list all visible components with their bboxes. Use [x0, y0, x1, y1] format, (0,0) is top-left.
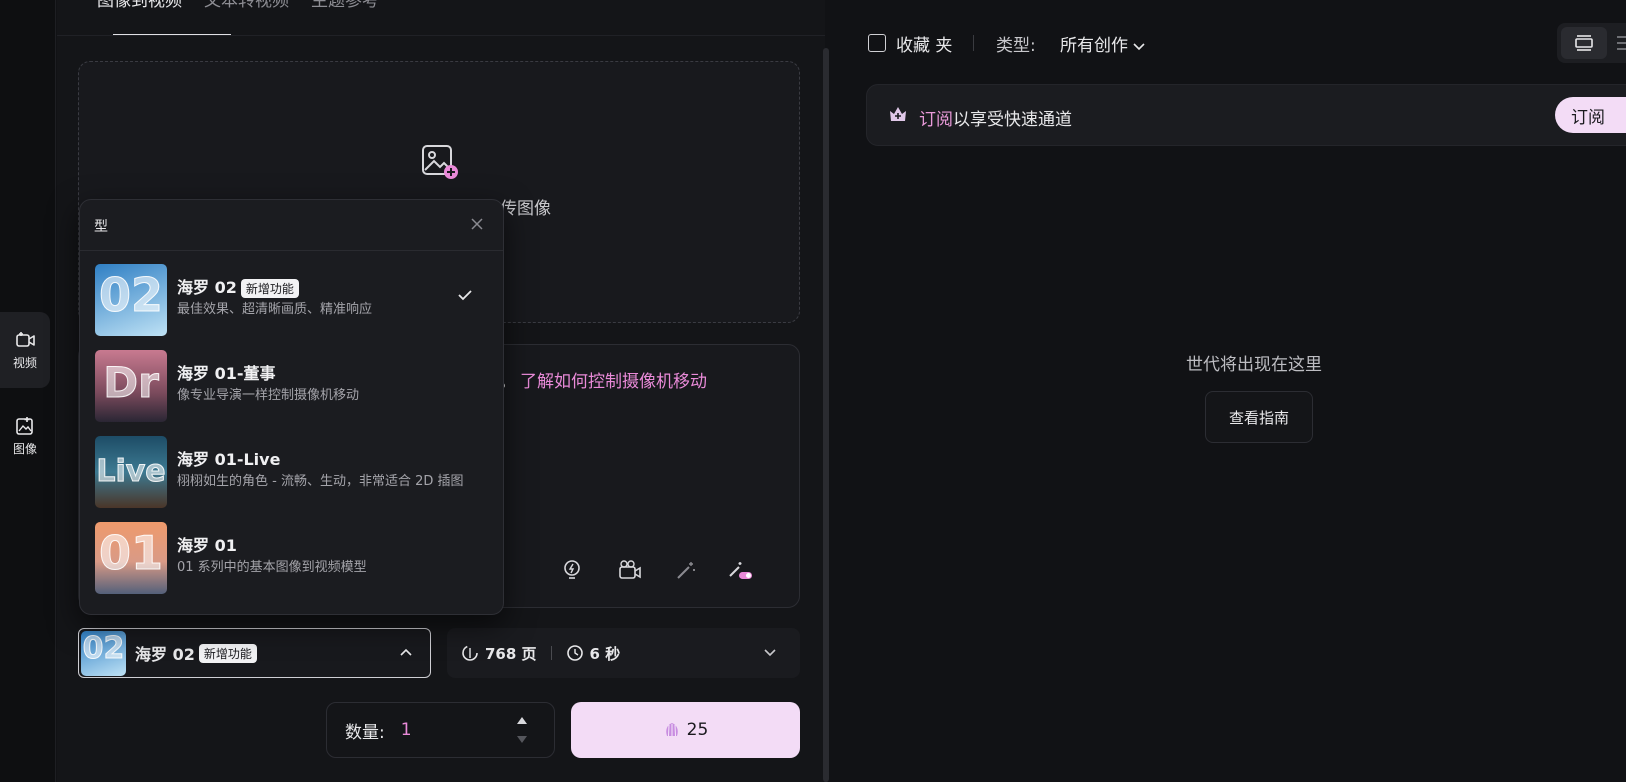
view-toggle [1557, 23, 1626, 63]
model-option-hailuo-01-live[interactable]: Live 海罗 01-Live 栩栩如生的角色 - 流畅、生动，非常适合 2D … [80, 430, 503, 516]
subscribe-text: 订阅以享受快速通道 [919, 105, 1072, 130]
credits-icon [462, 645, 478, 661]
inspiration-button[interactable] [557, 555, 587, 585]
single-view-button[interactable] [1561, 27, 1607, 59]
subscribe-highlight: 订阅 [919, 110, 953, 130]
camera-icon [619, 560, 641, 579]
auto-prompt-toggle[interactable] [725, 555, 755, 585]
model-thumbnail-director: Dr [95, 350, 167, 422]
quantity-label: 数量: [345, 722, 385, 743]
model-thumbnail-01: 01 [95, 522, 167, 594]
close-icon[interactable] [467, 214, 487, 234]
credits-separator [550, 646, 552, 660]
model-option-hailuo-01[interactable]: 01 海罗 01 01 系列中的基本图像到视频模型 [80, 516, 503, 602]
single-view-icon [1575, 35, 1593, 51]
model-description: 像专业导演一样控制摄像机移动 [177, 388, 360, 403]
selected-model-thumbnail: 02 [81, 630, 126, 676]
dropdown-title: 型 [94, 219, 108, 235]
magic-wand-icon [677, 562, 695, 579]
model-selector[interactable]: 02 海罗 02 新增功能 [78, 628, 431, 678]
empty-state-text: 世代将出现在这里 [1186, 355, 1322, 375]
model-thumbnail-02: 02 [95, 264, 167, 336]
add-image-icon [422, 145, 458, 179]
tab-text-to-video[interactable]: 文本转视频 [204, 0, 289, 11]
chevron-up-icon [400, 648, 412, 656]
duration-value: 6 秒 [589, 644, 621, 663]
learn-camera-link[interactable]: 了解如何控制摄像机移动 [520, 367, 707, 392]
dropdown-divider [80, 250, 503, 251]
model-description: 最佳效果、超清晰画质、精准响应 [177, 302, 373, 317]
top-divider [57, 35, 825, 36]
quantity-stepper[interactable]: 数量: 1 [326, 702, 555, 758]
list-view-icon[interactable] [1615, 34, 1626, 52]
video-icon [16, 331, 35, 347]
model-name: 海罗 02 新增功能 [177, 274, 299, 298]
lightbulb-icon [564, 560, 580, 579]
selected-model-badge: 新增功能 [198, 643, 257, 663]
rail-video-label: 视频 [12, 355, 37, 370]
subscribe-button[interactable]: 订阅 [1555, 97, 1626, 133]
chevron-down-icon [764, 649, 776, 657]
image-icon [16, 416, 33, 435]
decrement-icon[interactable] [515, 735, 529, 745]
credits-pages: 768 页 [485, 644, 537, 663]
upload-label: 传图像 [500, 199, 551, 219]
favorites-label: 收藏 夹 [896, 36, 953, 56]
quantity-value[interactable]: 1 [401, 720, 412, 740]
type-filter-value: 所有创作 [1060, 36, 1128, 56]
subscribe-banner: 订阅以享受快速通道 订阅 [866, 84, 1626, 146]
left-panel-scrollbar[interactable] [823, 48, 829, 782]
check-icon [458, 290, 472, 301]
type-filter-dropdown[interactable]: 所有创作 [1060, 31, 1145, 56]
rail-image-label: 图像 [12, 441, 37, 456]
generate-cost: 25 [686, 720, 709, 740]
tab-image-to-video[interactable]: 图像到视频 [97, 0, 182, 11]
camera-control-button[interactable] [615, 555, 645, 585]
model-description: 栩栩如生的角色 - 流畅、生动，非常适合 2D 插图 [177, 474, 464, 489]
left-rail: 视频 图像 [0, 0, 56, 782]
model-name: 海罗 01-董事 [177, 364, 276, 383]
model-option-hailuo-02[interactable]: 02 海罗 02 新增功能 最佳效果、超清晰画质、精准响应 [80, 258, 503, 344]
selected-model-name: 海罗 02 [135, 645, 195, 664]
favorites-checkbox[interactable] [868, 34, 886, 52]
subscribe-rest: 以享受快速通道 [953, 110, 1072, 130]
generate-button[interactable]: 25 [571, 702, 800, 758]
rail-item-video[interactable]: 视频 [0, 312, 50, 388]
model-badge: 新增功能 [240, 279, 299, 298]
model-name: 海罗 01-Live [177, 450, 281, 469]
rail-item-image[interactable]: 图像 [0, 398, 50, 474]
shell-icon [665, 723, 678, 737]
chevron-down-icon [1133, 43, 1145, 51]
model-description: 01 系列中的基本图像到视频模型 [177, 560, 367, 575]
increment-icon[interactable] [515, 715, 529, 725]
model-dropdown: 型 02 海罗 02 新增功能 最佳效果、超清晰画质、精准响应 Dr 海罗 01-… [79, 199, 504, 615]
mode-tabs: 图像到视频 文本转视频 主题参考 [97, 0, 379, 11]
credits-selector[interactable]: 768 页 6 秒 [447, 628, 800, 678]
right-panel: 收藏 夹 类型: 所有创作 订阅以享受快速通道 订阅 世代将出现在这里 查看指南 [838, 0, 1626, 782]
tab-subject-reference[interactable]: 主题参考 [311, 0, 379, 11]
magic-enhance-button[interactable] [671, 555, 701, 585]
crown-icon [890, 107, 906, 121]
view-guide-button[interactable]: 查看指南 [1205, 391, 1313, 443]
model-thumbnail-live: Live [95, 436, 167, 508]
magic-toggle-icon [729, 562, 752, 579]
model-option-hailuo-01-director[interactable]: Dr 海罗 01-董事 像专业导演一样控制摄像机移动 [80, 344, 503, 430]
filter-separator [973, 35, 974, 51]
type-label: 类型: [996, 36, 1036, 56]
model-name: 海罗 01 [177, 536, 237, 555]
clock-icon [566, 645, 583, 661]
